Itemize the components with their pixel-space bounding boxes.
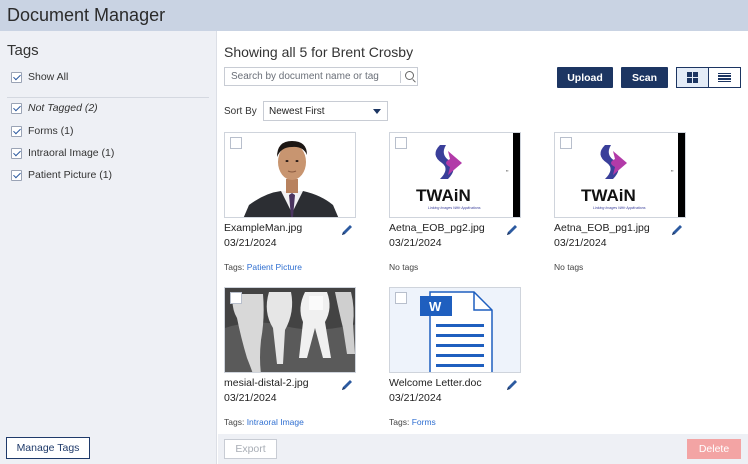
tag-label: Patient Picture (1)	[28, 169, 113, 181]
select-checkbox[interactable]	[560, 137, 572, 149]
file-tags: Tags: Forms	[389, 417, 436, 427]
file-tags: Tags: Intraoral Image	[224, 417, 304, 427]
upload-button[interactable]: Upload	[557, 67, 613, 88]
page-title: Showing all 5 for Brent Crosby	[224, 44, 414, 60]
list-view-button[interactable]	[709, 68, 740, 87]
file-date: 03/21/2024	[224, 392, 277, 404]
tags-sidebar: Tags Show All Not Tagged (2) Forms (1) I…	[0, 31, 217, 464]
export-button[interactable]: Export	[224, 439, 277, 459]
xray-image	[225, 288, 355, 372]
select-checkbox[interactable]	[395, 292, 407, 304]
divider	[400, 71, 401, 83]
document-panel: Showing all 5 for Brent Crosby Search by…	[218, 31, 748, 464]
pencil-icon[interactable]	[340, 223, 354, 237]
file-name: Welcome Letter.doc	[389, 377, 482, 389]
word-document-icon: W	[420, 291, 493, 372]
document-thumbnail[interactable]: " TWAiN Linking Images With Applications	[389, 132, 521, 218]
checkbox-icon[interactable]	[11, 71, 22, 83]
checkbox-icon[interactable]	[11, 102, 22, 114]
file-name: Aetna_EOB_pg2.jpg	[389, 222, 485, 234]
app-title: Document Manager	[7, 5, 166, 25]
scan-button[interactable]: Scan	[621, 67, 668, 88]
twain-image: " TWAiN Linking Images With Applications	[555, 133, 685, 217]
search-input[interactable]: Search by document name or tag	[224, 67, 418, 86]
delete-button[interactable]: Delete	[687, 439, 741, 459]
search-icon[interactable]	[405, 71, 414, 80]
tag-label: Not Tagged (2)	[28, 102, 98, 114]
tag-label: Intraoral Image (1)	[28, 147, 115, 159]
document-thumbnail[interactable]: " TWAiN Linking Images With Applications	[554, 132, 686, 218]
portrait-photo	[225, 133, 355, 217]
select-checkbox[interactable]	[395, 137, 407, 149]
file-tags: No tags	[389, 262, 419, 272]
twain-logo-subtitle: Linking Images With Applications	[428, 206, 481, 210]
select-checkbox[interactable]	[230, 292, 242, 304]
tag-link[interactable]: Intraoral Image	[247, 417, 304, 427]
sort-select[interactable]: Newest First	[263, 101, 388, 121]
manage-tags-button[interactable]: Manage Tags	[6, 437, 90, 459]
tag-label: Forms (1)	[28, 125, 74, 137]
sort-value: Newest First	[269, 106, 325, 117]
checkbox-icon[interactable]	[11, 147, 22, 159]
twain-image: " TWAiN Linking Images With Applications	[390, 133, 520, 217]
divider	[7, 97, 209, 98]
checkbox-icon[interactable]	[11, 125, 22, 137]
tags-heading: Tags	[7, 42, 39, 59]
file-date: 03/21/2024	[554, 237, 607, 249]
file-name: Aetna_EOB_pg1.jpg	[554, 222, 650, 234]
tag-link[interactable]: Patient Picture	[247, 262, 302, 272]
tag-filter-intraoral-image[interactable]: Intraoral Image (1)	[11, 146, 114, 160]
chevron-down-icon	[373, 109, 381, 114]
tag-filter-not-tagged[interactable]: Not Tagged (2)	[11, 101, 98, 115]
file-tags: Tags: Patient Picture	[224, 262, 302, 272]
file-date: 03/21/2024	[389, 392, 442, 404]
file-tags: No tags	[554, 262, 584, 272]
grid-icon	[686, 72, 698, 83]
sort-label: Sort By	[224, 106, 257, 117]
twain-logo-subtitle: Linking Images With Applications	[593, 206, 646, 210]
pencil-icon[interactable]	[505, 378, 519, 392]
list-icon	[717, 72, 731, 83]
title-bar: Document Manager	[0, 0, 748, 31]
tag-filter-patient-picture[interactable]: Patient Picture (1)	[11, 168, 112, 182]
action-footer: Export Delete	[218, 434, 748, 464]
file-name: mesial-distal-2.jpg	[224, 377, 309, 389]
tag-label: Show All	[28, 71, 69, 83]
tag-filter-show-all[interactable]: Show All	[11, 70, 68, 84]
tag-filter-forms[interactable]: Forms (1)	[11, 124, 74, 138]
word-letter: W	[429, 299, 442, 314]
grid-view-button[interactable]	[677, 68, 709, 87]
twain-logo-text: TWAiN	[581, 186, 636, 205]
document-thumbnail[interactable]: W	[389, 287, 521, 373]
twain-logo-text: TWAiN	[416, 186, 471, 205]
pencil-icon[interactable]	[505, 223, 519, 237]
file-date: 03/21/2024	[389, 237, 442, 249]
view-toggle	[676, 67, 741, 88]
document-thumbnail[interactable]	[224, 132, 356, 218]
pencil-icon[interactable]	[340, 378, 354, 392]
select-checkbox[interactable]	[230, 137, 242, 149]
document-thumbnail[interactable]	[224, 287, 356, 373]
file-date: 03/21/2024	[224, 237, 277, 249]
search-placeholder: Search by document name or tag	[231, 71, 379, 82]
checkbox-icon[interactable]	[11, 169, 22, 181]
pencil-icon[interactable]	[670, 223, 684, 237]
file-name: ExampleMan.jpg	[224, 222, 303, 234]
tag-link[interactable]: Forms	[412, 417, 436, 427]
